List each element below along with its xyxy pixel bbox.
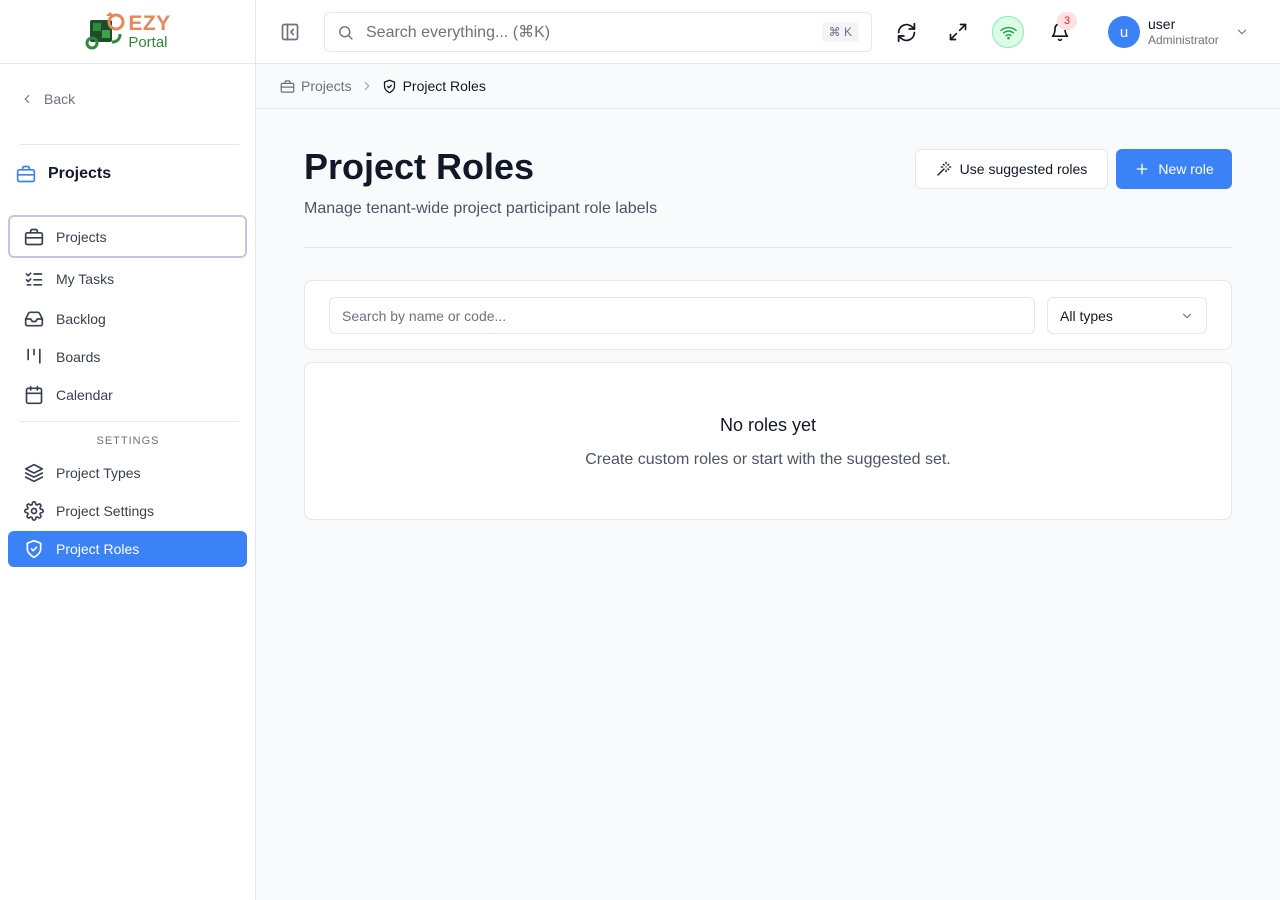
sidebar-item-backlog[interactable]: Backlog (8, 301, 247, 337)
logo-text-bottom: Portal (128, 34, 168, 51)
chevron-left-icon (24, 94, 30, 104)
breadcrumb-current: Project Roles (382, 78, 486, 94)
use-suggested-roles-button[interactable]: Use suggested roles (915, 149, 1108, 189)
sidebar-item-boards[interactable]: Boards (8, 339, 247, 375)
user-name: user (1148, 16, 1176, 33)
briefcase-icon (16, 165, 36, 183)
breadcrumb-parent-label: Projects (301, 78, 352, 94)
refresh-icon (897, 22, 915, 42)
sidebar-item-calendar[interactable]: Calendar (8, 377, 247, 413)
expand-icon (949, 23, 967, 41)
kanban-icon (27, 348, 41, 364)
briefcase-icon (280, 79, 295, 93)
breadcrumb-projects-link[interactable]: Projects (280, 78, 352, 94)
type-filter-value: All types (1060, 307, 1113, 324)
briefcase-icon (24, 228, 44, 245)
settings-section-label: SETTINGS (96, 435, 160, 447)
gear-icon (24, 501, 44, 521)
top-header: Search everything... (⌘K) ⌘ K 3 u user A… (256, 0, 1280, 64)
chevron-down-icon (1237, 29, 1246, 35)
sidebar-toggle-button[interactable] (278, 20, 302, 44)
sidebar-item-label: Boards (56, 349, 101, 365)
breadcrumb-current-label: Project Roles (402, 78, 486, 94)
user-role: Administrator (1148, 33, 1219, 48)
filter-bar: Search by name or code... All types (304, 280, 1232, 350)
back-label: Back (44, 91, 76, 107)
new-role-button[interactable]: New role (1116, 149, 1232, 189)
role-search-input[interactable]: Search by name or code... (329, 297, 1035, 334)
list-checks-icon (25, 272, 43, 286)
refresh-button[interactable] (894, 20, 918, 44)
search-shortcut-badge: ⌘ K (821, 22, 859, 42)
sidebar-item-project-settings[interactable]: Project Settings (8, 493, 247, 529)
shield-check-icon (383, 79, 395, 93)
magic-wand-icon (937, 161, 952, 176)
type-filter-select[interactable]: All types (1047, 297, 1207, 334)
sidebar-item-project-roles[interactable]: Project Roles (8, 531, 247, 567)
user-menu[interactable]: u user Administrator (1108, 16, 1249, 48)
empty-state-description: Create custom roles or start with the su… (585, 451, 951, 468)
sidebar-item-my-tasks[interactable]: My Tasks (8, 261, 247, 297)
use-suggested-roles-label: Use suggested roles (959, 161, 1088, 177)
sidebar-item-label: Project Roles (56, 541, 140, 557)
calendar-icon (25, 385, 43, 405)
app-logo[interactable]: EZY Portal (84, 11, 171, 52)
connection-status-button[interactable] (992, 16, 1024, 48)
sidebar: EZY Portal Back Projects Projects My Tas… (0, 0, 256, 900)
global-search-input[interactable]: Search everything... (⌘K) ⌘ K (324, 12, 872, 52)
sidebar-item-label: Backlog (56, 311, 106, 327)
page-subtitle: Manage tenant-wide project participant r… (304, 200, 658, 217)
sidebar-item-label: Project Types (56, 465, 141, 481)
new-role-label: New role (1158, 161, 1214, 177)
sidebar-section-title: Projects (16, 164, 111, 184)
inbox-icon (24, 311, 44, 327)
empty-state: No roles yet Create custom roles or star… (304, 362, 1232, 520)
panel-left-close-icon (281, 23, 299, 41)
sidebar-item-project-types[interactable]: Project Types (8, 455, 247, 491)
avatar: u (1108, 16, 1140, 48)
sidebar-item-projects[interactable]: Projects (8, 215, 247, 258)
breadcrumb: Projects Project Roles (256, 64, 1280, 109)
search-icon (339, 25, 353, 40)
shield-check-icon (26, 539, 42, 559)
fullscreen-button[interactable] (946, 20, 970, 44)
wifi-icon (999, 26, 1017, 39)
sidebar-item-label: Project Settings (56, 503, 155, 519)
layers-icon (24, 463, 44, 483)
empty-state-title: No roles yet (719, 415, 817, 435)
role-search-placeholder: Search by name or code... (342, 307, 507, 324)
chevron-down-icon (1182, 313, 1192, 318)
logo-area: EZY Portal (0, 0, 255, 64)
page-title: Project Roles (304, 146, 535, 187)
logo-text-top: EZY (128, 12, 171, 35)
sidebar-divider (20, 144, 239, 145)
back-link[interactable]: Back (20, 91, 75, 107)
sidebar-item-label: My Tasks (56, 271, 115, 287)
plus-icon (1137, 163, 1148, 175)
section-title-label: Projects (48, 165, 112, 182)
title-divider (304, 247, 1232, 248)
sidebar-item-label: Projects (56, 228, 107, 245)
notifications-button[interactable]: 3 (1048, 12, 1077, 44)
chevron-right-icon (364, 81, 369, 91)
sidebar-divider (20, 421, 239, 422)
notification-count-badge: 3 (1057, 12, 1077, 30)
puzzle-logo-icon (85, 11, 125, 49)
search-placeholder: Search everything... (⌘K) (366, 24, 551, 41)
sidebar-item-label: Calendar (56, 387, 113, 403)
